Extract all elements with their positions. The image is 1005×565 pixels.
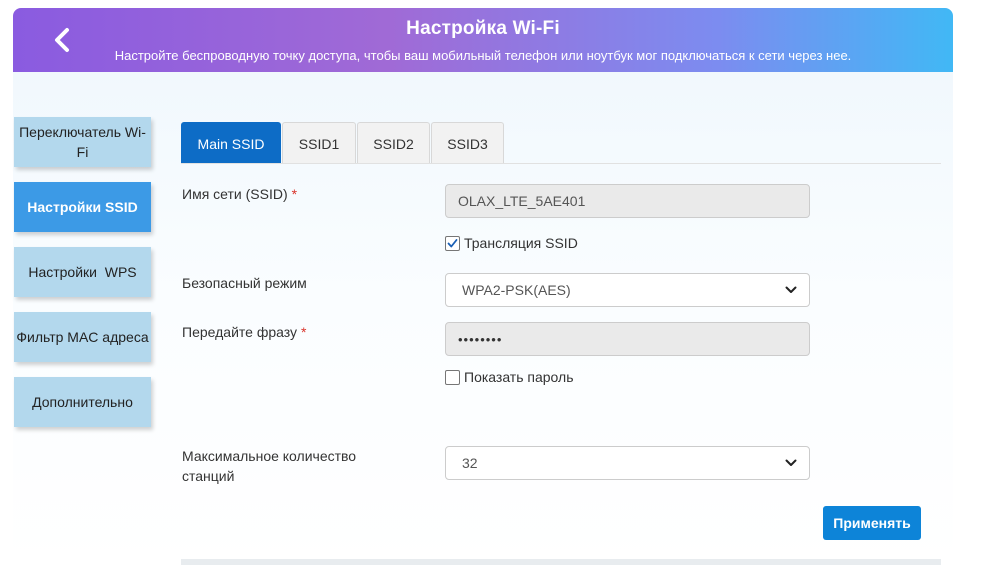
chevron-down-icon (785, 459, 797, 466)
footer-divider (181, 559, 941, 565)
apply-button-label: Применять (833, 515, 911, 531)
max-stations-value: 32 (462, 455, 478, 471)
passphrase-label-text: Передайте фразу (182, 324, 298, 340)
ssid-value: OLAX_LTE_5AE401 (458, 193, 586, 209)
tab-divider (181, 163, 941, 164)
tab-main-ssid[interactable]: Main SSID (181, 122, 281, 164)
sidebar-item-wps-settings[interactable]: Настройки WPS (14, 247, 151, 297)
show-password-label: Показать пароль (464, 369, 574, 385)
ssid-tabs: Main SSID SSID1 SSID2 SSID3 (181, 122, 505, 164)
sidebar-item-label: Фильтр MAC адреса (16, 329, 149, 345)
passphrase-label: Передайте фразу * (182, 322, 306, 342)
tab-label: SSID2 (373, 135, 414, 152)
checkmark-icon (447, 238, 458, 247)
tab-ssid3[interactable]: SSID3 (431, 122, 504, 164)
max-stations-select[interactable]: 32 (445, 446, 810, 480)
max-stations-label: Максимальное количество станций (182, 446, 356, 486)
tab-ssid1[interactable]: SSID1 (282, 122, 356, 164)
broadcast-ssid-label: Трансляция SSID (464, 235, 578, 251)
security-mode-select[interactable]: WPA2-PSK(AES) (445, 273, 810, 307)
passphrase-input[interactable]: •••••••• (445, 322, 810, 356)
max-stations-label-line1: Максимальное количество (182, 448, 357, 464)
sidebar-item-label: Переключатель Wi-Fi (19, 124, 146, 160)
checkbox-checked[interactable] (445, 235, 460, 251)
sidebar-item-mac-filter[interactable]: Фильтр MAC адреса (14, 312, 151, 362)
page-subtitle: Настройте беспроводную точку доступа, чт… (114, 48, 852, 63)
max-stations-label-line2: станций (182, 468, 235, 484)
page-header: Настройка Wi-Fi Настройте беспроводную т… (13, 8, 953, 72)
security-mode-label: Безопасный режим (182, 275, 307, 291)
sidebar-item-label: Настройки SSID (27, 199, 138, 215)
sidebar-item-wifi-switch[interactable]: Переключатель Wi-Fi (14, 117, 151, 167)
tab-label: SSID1 (298, 135, 340, 152)
ssid-input[interactable]: OLAX_LTE_5AE401 (445, 184, 810, 218)
sidebar-item-label: Дополнительно (32, 394, 133, 410)
sidebar-item-advanced[interactable]: Дополнительно (14, 377, 151, 427)
apply-button[interactable]: Применять (823, 506, 921, 540)
page-title: Настройка Wi-Fi (406, 18, 560, 39)
tab-label: Main SSID (197, 135, 265, 152)
passphrase-value: •••••••• (458, 331, 503, 347)
show-password-checkbox[interactable]: Показать пароль (445, 369, 574, 385)
ssid-label-text: Имя сети (SSID) (182, 186, 288, 202)
ssid-label: Имя сети (SSID) * (182, 184, 297, 204)
required-marker: * (291, 186, 298, 202)
security-mode-value: WPA2-PSK(AES) (462, 282, 571, 298)
sidebar-item-ssid-settings[interactable]: Настройки SSID (14, 182, 151, 232)
tab-label: SSID3 (447, 135, 488, 152)
tab-ssid2[interactable]: SSID2 (357, 122, 430, 164)
sidebar-item-label: Настройки WPS (28, 264, 137, 280)
checkbox-unchecked[interactable] (445, 369, 460, 385)
required-marker: * (301, 324, 307, 340)
chevron-down-icon (785, 286, 797, 293)
broadcast-ssid-checkbox[interactable]: Трансляция SSID (445, 235, 578, 251)
